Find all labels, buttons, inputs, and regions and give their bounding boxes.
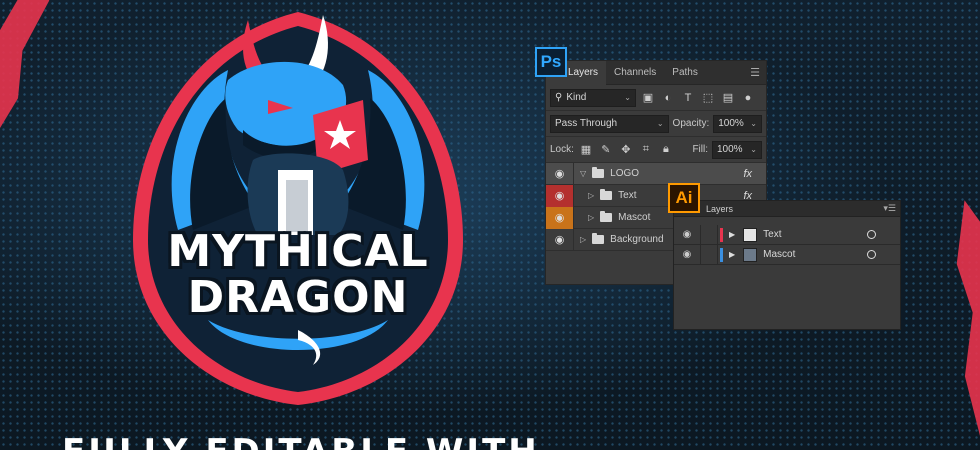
chevron-down-icon: ⌄ bbox=[750, 119, 757, 128]
ai-panel-tabs: Layers ▾☰ bbox=[674, 201, 900, 217]
folder-icon bbox=[592, 167, 605, 178]
layer-thumbnail bbox=[743, 227, 758, 242]
tagline-text: FULLY EDITABLE WITH bbox=[62, 432, 540, 450]
target-icon[interactable] bbox=[867, 230, 876, 239]
ps-filter-row: ⚲ Kind ⌄ ▣ ◐ T ⬚ ▤ ● bbox=[546, 85, 766, 111]
illustrator-layers-panel: Layers ▾☰ ◉ ▶ Text ◉ ▶ Mascot bbox=[673, 200, 901, 330]
smart-object-filter-icon[interactable]: ▤ bbox=[720, 90, 736, 106]
expand-chevron-icon[interactable]: ▷ bbox=[580, 235, 586, 244]
target-icon[interactable] bbox=[867, 250, 876, 259]
layer-name: Text bbox=[618, 190, 637, 201]
layer-color-swatch bbox=[720, 247, 723, 262]
eye-icon[interactable]: ◉ bbox=[546, 184, 574, 207]
dragon-mascot-icon bbox=[133, 12, 463, 405]
ai-layer-row-text[interactable]: ◉ ▶ Text bbox=[674, 224, 900, 245]
kind-filter-label: Kind bbox=[566, 92, 587, 103]
expand-chevron-icon[interactable]: ▷ bbox=[588, 191, 594, 200]
opacity-value: 100% bbox=[718, 118, 744, 129]
lock-all-icon[interactable]: 🔒︎ bbox=[658, 142, 674, 158]
fill-input[interactable]: 100% ⌄ bbox=[712, 140, 762, 159]
fill-value: 100% bbox=[717, 144, 743, 155]
folder-icon bbox=[600, 189, 613, 200]
lock-toggle[interactable] bbox=[700, 244, 718, 265]
tab-channels[interactable]: Channels bbox=[606, 61, 664, 85]
shape-filter-icon[interactable]: ⬚ bbox=[700, 90, 716, 106]
lock-brush-icon[interactable]: ✎ bbox=[598, 142, 614, 158]
layer-name: Text bbox=[763, 229, 782, 240]
ps-blend-row: Pass Through ⌄ Opacity: 100% ⌄ bbox=[546, 111, 766, 137]
photoshop-logo: Ps bbox=[535, 47, 567, 77]
chevron-down-icon: ⌄ bbox=[656, 119, 664, 128]
ps-lock-row: Lock: ▦ ✎ ✥ ⌗ 🔒︎ Fill: 100% ⌄ bbox=[546, 137, 766, 163]
ps-panel-tabs: Layers Channels Paths ☰ bbox=[546, 60, 766, 85]
type-filter-icon[interactable]: T bbox=[680, 90, 696, 106]
search-icon: ⚲ bbox=[555, 92, 563, 103]
lock-label: Lock: bbox=[550, 144, 574, 155]
layer-color-swatch bbox=[720, 227, 723, 242]
opacity-label: Opacity: bbox=[672, 118, 710, 129]
tab-paths[interactable]: Paths bbox=[664, 61, 706, 85]
panel-menu-icon[interactable]: ☰ bbox=[750, 66, 760, 79]
eye-icon[interactable]: ◉ bbox=[546, 206, 574, 229]
expand-chevron-icon[interactable]: ▽ bbox=[580, 169, 586, 178]
layer-row-logo[interactable]: ◉ ▽ LOGO fx bbox=[546, 162, 766, 185]
layer-name: Mascot bbox=[763, 249, 796, 260]
ai-layer-row-mascot[interactable]: ◉ ▶ Mascot bbox=[674, 244, 900, 265]
layer-name: Background bbox=[610, 234, 664, 245]
logo-title-line1: MYTHICAL bbox=[167, 226, 429, 277]
expand-chevron-icon[interactable]: ▶ bbox=[729, 250, 735, 259]
lock-toggle[interactable] bbox=[700, 224, 718, 245]
blend-mode-select[interactable]: Pass Through ⌄ bbox=[550, 114, 669, 133]
fill-label: Fill: bbox=[692, 144, 708, 155]
folder-icon bbox=[592, 233, 605, 244]
expand-chevron-icon[interactable]: ▶ bbox=[729, 230, 735, 239]
illustrator-logo: Ai bbox=[668, 183, 700, 213]
layer-thumbnail bbox=[743, 247, 758, 262]
lock-artboard-icon[interactable]: ⌗ bbox=[638, 142, 654, 158]
kind-filter-select[interactable]: ⚲ Kind ⌄ bbox=[550, 88, 636, 107]
eye-icon[interactable]: ◉ bbox=[546, 228, 574, 251]
expand-chevron-icon[interactable]: ▷ bbox=[588, 213, 594, 222]
fx-icon[interactable]: fx bbox=[743, 168, 752, 180]
blend-mode-value: Pass Through bbox=[555, 118, 618, 129]
dragon-emblem bbox=[118, 0, 478, 410]
layer-name: LOGO bbox=[610, 168, 640, 179]
chevron-down-icon: ⌄ bbox=[750, 145, 757, 154]
panel-menu-icon[interactable]: ▾☰ bbox=[883, 203, 896, 214]
folder-icon bbox=[600, 211, 613, 222]
opacity-input[interactable]: 100% ⌄ bbox=[713, 114, 762, 133]
logo-title-line2: DRAGON bbox=[187, 272, 409, 323]
lock-position-icon[interactable]: ✥ bbox=[618, 142, 634, 158]
adjustment-filter-icon[interactable]: ◐ bbox=[660, 90, 676, 106]
eye-icon[interactable]: ◉ bbox=[546, 162, 574, 185]
chevron-down-icon: ⌄ bbox=[624, 93, 631, 102]
lock-transparency-icon[interactable]: ▦ bbox=[578, 142, 594, 158]
eye-icon[interactable]: ◉ bbox=[674, 229, 700, 240]
image-filter-icon[interactable]: ▣ bbox=[640, 90, 656, 106]
eye-icon[interactable]: ◉ bbox=[674, 249, 700, 260]
layer-name: Mascot bbox=[618, 212, 651, 223]
filter-toggle-icon[interactable]: ● bbox=[740, 90, 756, 106]
